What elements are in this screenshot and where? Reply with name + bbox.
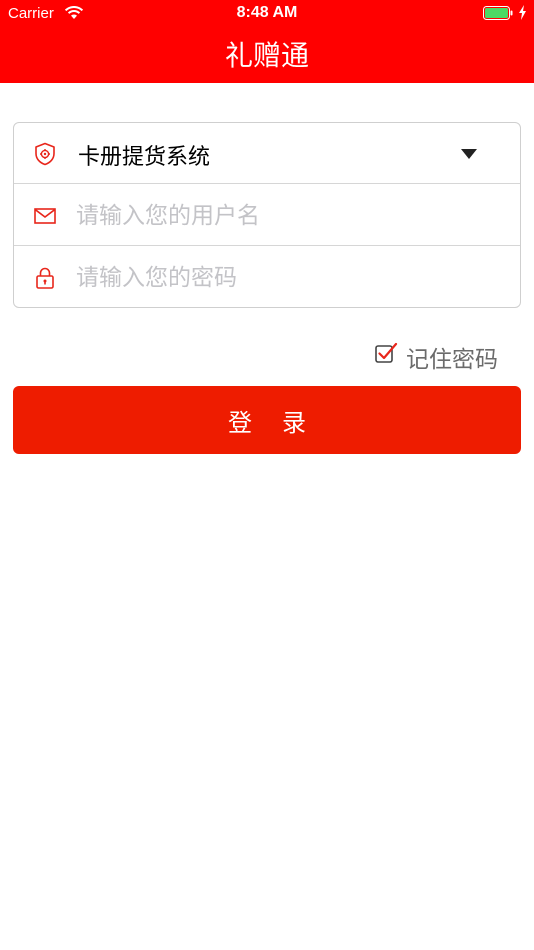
caret-down-icon[interactable] [461, 149, 477, 159]
status-bar: Carrier 8:48 AM [0, 0, 534, 27]
lock-icon [36, 267, 54, 289]
shield-icon [35, 142, 55, 166]
clock: 8:48 AM [236, 4, 298, 21]
password-row [14, 247, 520, 308]
password-input[interactable] [76, 259, 496, 297]
login-button[interactable]: 登录 [13, 386, 521, 454]
remember-password-toggle[interactable]: 记住密码 [374, 340, 504, 373]
page-title: 礼赠通 [224, 39, 309, 72]
system-select[interactable]: 卡册提货系统 [14, 123, 520, 184]
charging-bolt-icon [519, 5, 526, 20]
username-row [14, 185, 520, 246]
remember-password-label: 记住密码 [406, 347, 498, 373]
login-form-card: 卡册提货系统 [13, 122, 521, 308]
username-input[interactable] [76, 197, 496, 235]
battery-icon [483, 6, 513, 20]
system-select-value: 卡册提货系统 [78, 145, 211, 170]
header-bar: Carrier 8:48 AM 礼赠通 [0, 0, 534, 83]
mail-icon [34, 208, 56, 224]
checkbox-checked-icon[interactable] [374, 342, 398, 364]
